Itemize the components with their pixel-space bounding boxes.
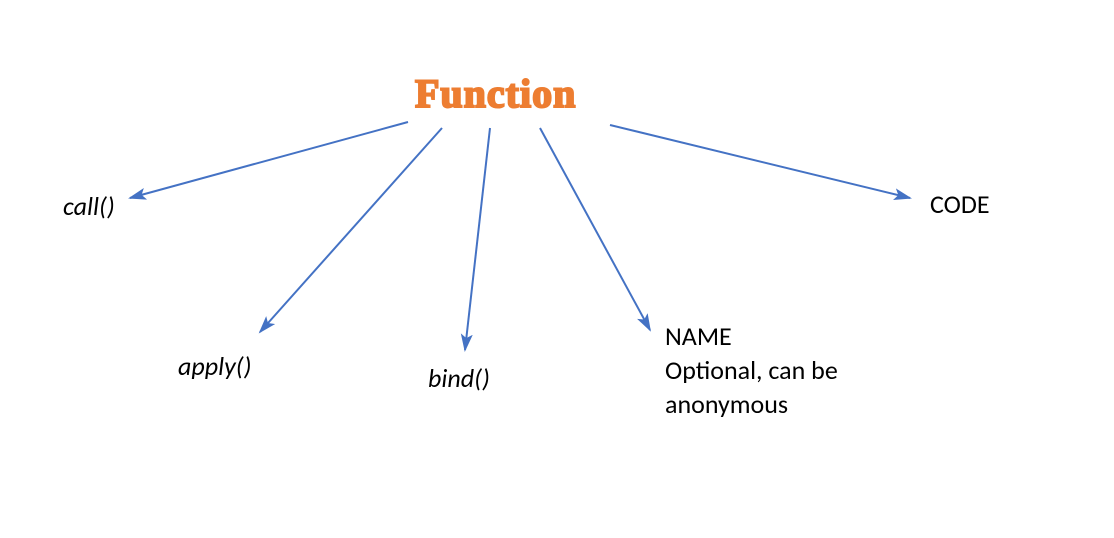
node-bind: bind() xyxy=(428,362,490,394)
node-apply: apply() xyxy=(178,350,251,382)
arrow-to-apply xyxy=(260,128,442,332)
arrow-to-code xyxy=(610,125,910,198)
diagram-title: Function xyxy=(415,70,576,117)
node-name: NAME Optional, can be anonymous xyxy=(665,320,838,421)
node-name-line1: NAME xyxy=(665,320,838,354)
node-code: CODE xyxy=(930,188,990,220)
arrow-to-bind xyxy=(465,128,490,350)
node-name-line2: Optional, can be xyxy=(665,354,838,388)
node-name-line3: anonymous xyxy=(665,388,838,422)
diagram-canvas: Function call() apply() bind() NAME Opti… xyxy=(0,0,1114,538)
arrow-to-call xyxy=(130,122,408,198)
arrow-to-name xyxy=(540,128,650,330)
node-call: call() xyxy=(63,190,115,222)
